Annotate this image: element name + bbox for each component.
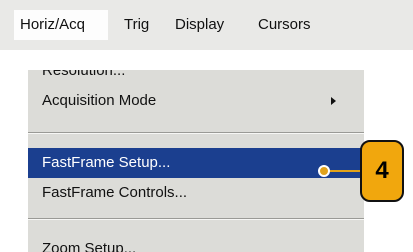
menu-bar: Horiz/Acq Trig Display Cursors [0,0,413,50]
menu-item-acquisition-mode[interactable]: Acquisition Mode [28,86,364,116]
callout-number-badge: 4 [360,140,404,202]
menu-display[interactable]: Display [175,16,224,34]
horiz-acq-dropdown: Resolution... Acquisition Mode FastFrame… [28,70,364,252]
menu-item-fastframe-controls[interactable]: FastFrame Controls... [28,178,364,208]
menu-cursors[interactable]: Cursors [258,16,408,34]
menu-item-label: Acquisition Mode [42,92,157,109]
callout-dot-icon [318,165,330,177]
menu-item-resolution[interactable]: Resolution... [28,70,364,86]
menu-item-label: FastFrame Setup... [42,154,171,171]
menu-separator [28,218,364,220]
menu-horiz-acq[interactable]: Horiz/Acq [14,10,108,40]
menu-item-zoom-setup[interactable]: Zoom Setup... [28,234,364,252]
menu-item-fastframe-setup[interactable]: FastFrame Setup... [28,148,364,178]
menu-separator [28,132,364,134]
menu-item-label: FastFrame Controls... [42,184,188,201]
menu-trig[interactable]: Trig [124,16,149,34]
menu-item-label: Zoom Setup... [42,240,137,252]
menu-item-label: Resolution... [42,70,126,79]
submenu-arrow-icon [331,97,336,105]
